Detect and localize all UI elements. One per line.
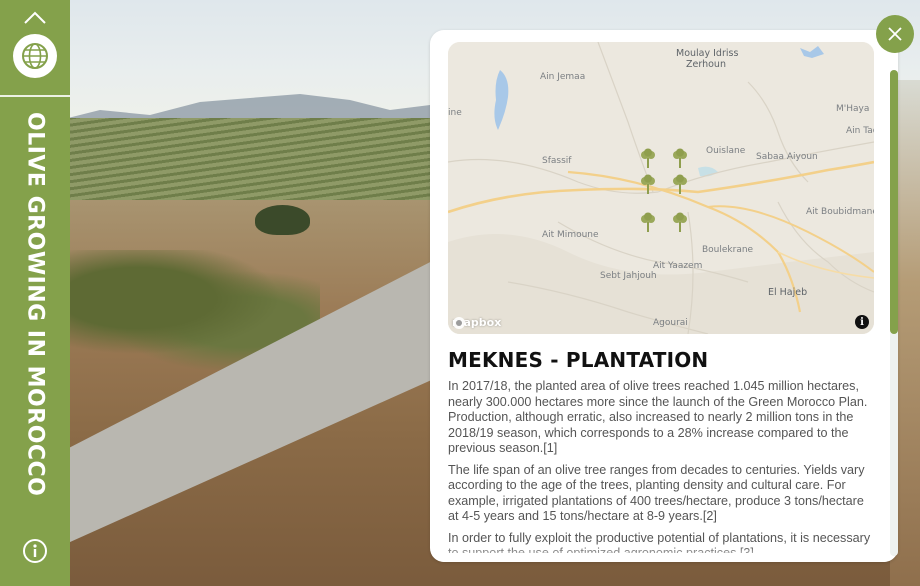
olive-tree-icon[interactable] xyxy=(638,212,658,234)
sidebar-title-text: OLIVE GROWING IN MOROCCO xyxy=(22,112,48,497)
map-label: M'Haya xyxy=(836,104,870,114)
olive-tree-icon[interactable] xyxy=(670,212,690,234)
panel-title: MEKNES - PLANTATION xyxy=(448,348,709,372)
map-label: Zerhoun xyxy=(686,59,726,70)
map-label: Ait Mimoune xyxy=(542,230,599,240)
map-label: Sabaa Aiyoun xyxy=(756,152,818,162)
sidebar: OLIVE GROWING IN MOROCCO xyxy=(0,0,70,586)
olive-tree-icon[interactable] xyxy=(638,174,658,196)
panel-scrollbar[interactable] xyxy=(890,70,898,556)
attribution-info-icon[interactable]: i xyxy=(855,315,869,329)
panel-body: In 2017/18, the planted area of olive tr… xyxy=(448,379,876,553)
map-label: Boulekrane xyxy=(702,245,754,255)
scrollbar-thumb[interactable] xyxy=(890,70,898,334)
map-label: Sebt Jahjouh xyxy=(600,271,657,281)
chevron-up-icon[interactable] xyxy=(20,8,50,28)
map-label: Ait Boubidmane xyxy=(806,207,874,217)
tree xyxy=(255,205,310,235)
map-label: Sfassif xyxy=(542,156,572,166)
map-label: Ouislane xyxy=(706,146,746,156)
map-label: Ain Tao xyxy=(846,126,874,136)
info-icon[interactable] xyxy=(22,538,48,564)
map-label: El Hajeb xyxy=(768,287,808,298)
map-label: Ait Yaazem xyxy=(653,261,703,271)
info-panel: Moulay Idriss Zerhoun Ain Jemaa M'Haya A… xyxy=(430,30,898,562)
olive-tree-icon[interactable] xyxy=(670,174,690,196)
sidebar-divider xyxy=(0,95,70,97)
globe-icon[interactable] xyxy=(13,34,57,78)
olive-tree-icon[interactable] xyxy=(638,148,658,170)
map-label: Agourai xyxy=(653,318,688,328)
map-base xyxy=(448,42,874,334)
map-label: ine xyxy=(448,108,462,118)
close-button[interactable] xyxy=(876,15,914,53)
map-label: Ain Jemaa xyxy=(540,72,586,82)
olive-tree-icon[interactable] xyxy=(670,148,690,170)
map-label: Moulay Idriss xyxy=(676,48,739,59)
panel-paragraph: The life span of an olive tree ranges fr… xyxy=(448,462,865,524)
sidebar-title: OLIVE GROWING IN MOROCCO xyxy=(12,112,58,512)
map[interactable]: Moulay Idriss Zerhoun Ain Jemaa M'Haya A… xyxy=(448,42,874,334)
mapbox-logo[interactable]: mapbox xyxy=(452,316,501,329)
mapbox-logo-icon xyxy=(453,317,465,329)
panel-paragraph: In 2017/18, the planted area of olive tr… xyxy=(448,379,868,455)
panel-fade xyxy=(430,546,898,562)
close-icon xyxy=(888,27,902,41)
